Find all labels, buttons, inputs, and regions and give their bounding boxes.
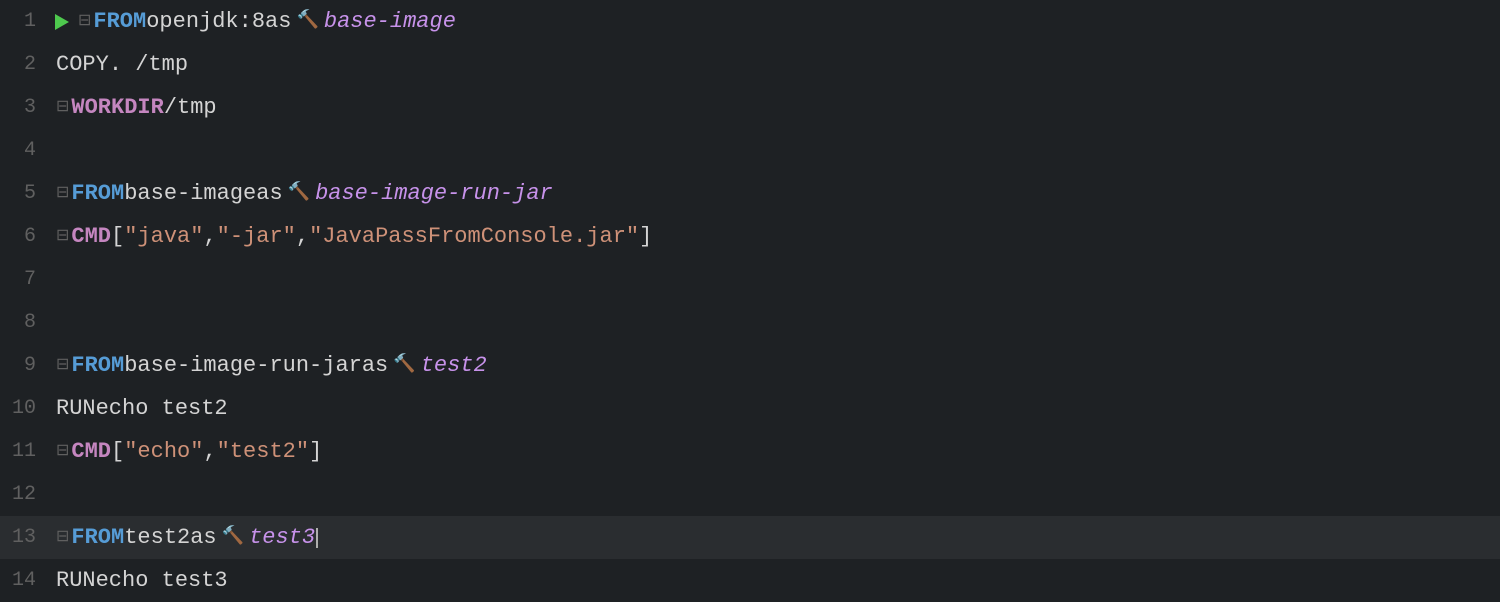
code-line-6: 6⊟CMD ["java", "-jar", "JavaPassFromCons… bbox=[0, 215, 1500, 258]
hammer-icon: 🔨 bbox=[222, 516, 244, 559]
code-line-12: 12 bbox=[0, 473, 1500, 516]
keyword-copy: COPY bbox=[56, 43, 109, 86]
line-number: 3 bbox=[0, 86, 50, 129]
keyword-from: FROM bbox=[71, 516, 124, 559]
line-number: 10 bbox=[0, 387, 50, 430]
keyword-cmd: CMD bbox=[71, 215, 111, 258]
line-content: ⊟CMD [ "echo", "test2"] bbox=[50, 430, 1500, 473]
code-line-3: 3⊟WORKDIR /tmp bbox=[0, 86, 1500, 129]
code-line-5: 5⊟FROM base-image as🔨 base-image-run-jar bbox=[0, 172, 1500, 215]
line-content: ⊟FROM base-image as🔨 base-image-run-jar bbox=[50, 172, 1500, 215]
string-literal: "JavaPassFromConsole.jar" bbox=[309, 215, 639, 258]
stage-name: base-image-run-jar bbox=[315, 172, 553, 215]
line-content: RUN echo test3 bbox=[50, 559, 1500, 602]
plain-text: test2 bbox=[124, 516, 190, 559]
line-number: 5 bbox=[0, 172, 50, 215]
plain-text: . /tmp bbox=[109, 43, 188, 86]
line-number: 7 bbox=[0, 258, 50, 301]
line-content: ⊟FROM base-image-run-jar as🔨 test2 bbox=[50, 344, 1500, 387]
string-literal: "test2" bbox=[217, 430, 309, 473]
fold-icon[interactable]: ⊟ bbox=[56, 344, 69, 387]
plain-text: , bbox=[203, 430, 216, 473]
plain-text: base-image-run-jar bbox=[124, 344, 362, 387]
plain-text: , bbox=[203, 215, 216, 258]
plain-text: as bbox=[256, 172, 282, 215]
keyword-run: RUN bbox=[56, 387, 96, 430]
code-editor: 1⊟FROM openjdk:8 as🔨base-image2 COPY . /… bbox=[0, 0, 1500, 600]
fold-icon[interactable]: ⊟ bbox=[56, 86, 69, 129]
code-line-7: 7 bbox=[0, 258, 1500, 301]
code-line-1: 1⊟FROM openjdk:8 as🔨base-image bbox=[0, 0, 1500, 43]
stage-name: test2 bbox=[421, 344, 487, 387]
plain-text: echo test2 bbox=[96, 387, 228, 430]
run-icon[interactable] bbox=[56, 13, 74, 31]
code-line-2: 2 COPY . /tmp bbox=[0, 43, 1500, 86]
string-literal: "java" bbox=[124, 215, 203, 258]
line-content: COPY . /tmp bbox=[50, 43, 1500, 86]
code-line-4: 4 bbox=[0, 129, 1500, 172]
string-literal: "echo" bbox=[124, 430, 203, 473]
line-content: ⊟FROM test2 as🔨 test3 bbox=[50, 516, 1500, 559]
code-line-14: 14 RUN echo test3 bbox=[0, 559, 1500, 602]
keyword-workdir: WORKDIR bbox=[71, 86, 163, 129]
code-line-9: 9⊟FROM base-image-run-jar as🔨 test2 bbox=[0, 344, 1500, 387]
line-number: 8 bbox=[0, 301, 50, 344]
fold-icon[interactable]: ⊟ bbox=[78, 0, 91, 43]
code-line-13: 13⊟FROM test2 as🔨 test3 bbox=[0, 516, 1500, 559]
line-content: ⊟CMD ["java", "-jar", "JavaPassFromConso… bbox=[50, 215, 1500, 258]
line-number: 14 bbox=[0, 559, 50, 602]
keyword-from: FROM bbox=[93, 0, 146, 43]
hammer-icon: 🔨 bbox=[296, 0, 318, 43]
string-literal: "-jar" bbox=[217, 215, 296, 258]
fold-icon[interactable]: ⊟ bbox=[56, 172, 69, 215]
line-number: 2 bbox=[0, 43, 50, 86]
keyword-cmd: CMD bbox=[71, 430, 111, 473]
hammer-icon: 🔨 bbox=[288, 172, 310, 215]
plain-text: as bbox=[362, 344, 388, 387]
line-number: 11 bbox=[0, 430, 50, 473]
plain-text: as bbox=[190, 516, 216, 559]
code-line-11: 11⊟CMD [ "echo", "test2"] bbox=[0, 430, 1500, 473]
hammer-icon: 🔨 bbox=[393, 344, 415, 387]
keyword-from: FROM bbox=[71, 172, 124, 215]
line-content: ⊟WORKDIR /tmp bbox=[50, 86, 1500, 129]
plain-text: ] bbox=[639, 215, 652, 258]
keyword-run: RUN bbox=[56, 559, 96, 602]
plain-text: [ bbox=[111, 430, 124, 473]
line-number: 4 bbox=[0, 129, 50, 172]
line-content: ⊟FROM openjdk:8 as🔨base-image bbox=[50, 0, 1500, 43]
code-line-10: 10 RUN echo test2 bbox=[0, 387, 1500, 430]
line-number: 12 bbox=[0, 473, 50, 516]
fold-icon[interactable]: ⊟ bbox=[56, 215, 69, 258]
stage-name: test3 bbox=[249, 516, 315, 559]
line-number: 1 bbox=[0, 0, 50, 43]
line-number: 9 bbox=[0, 344, 50, 387]
plain-text: ] bbox=[309, 430, 322, 473]
fold-icon[interactable]: ⊟ bbox=[56, 430, 69, 473]
plain-text: echo test3 bbox=[96, 559, 228, 602]
fold-icon[interactable]: ⊟ bbox=[56, 516, 69, 559]
line-number: 6 bbox=[0, 215, 50, 258]
code-line-8: 8 bbox=[0, 301, 1500, 344]
plain-text: base-image bbox=[124, 172, 256, 215]
text-cursor bbox=[316, 528, 318, 548]
line-content: RUN echo test2 bbox=[50, 387, 1500, 430]
plain-text: , bbox=[296, 215, 309, 258]
plain-text: [ bbox=[111, 215, 124, 258]
keyword-from: FROM bbox=[71, 344, 124, 387]
line-number: 13 bbox=[0, 516, 50, 559]
plain-text: /tmp bbox=[164, 86, 217, 129]
